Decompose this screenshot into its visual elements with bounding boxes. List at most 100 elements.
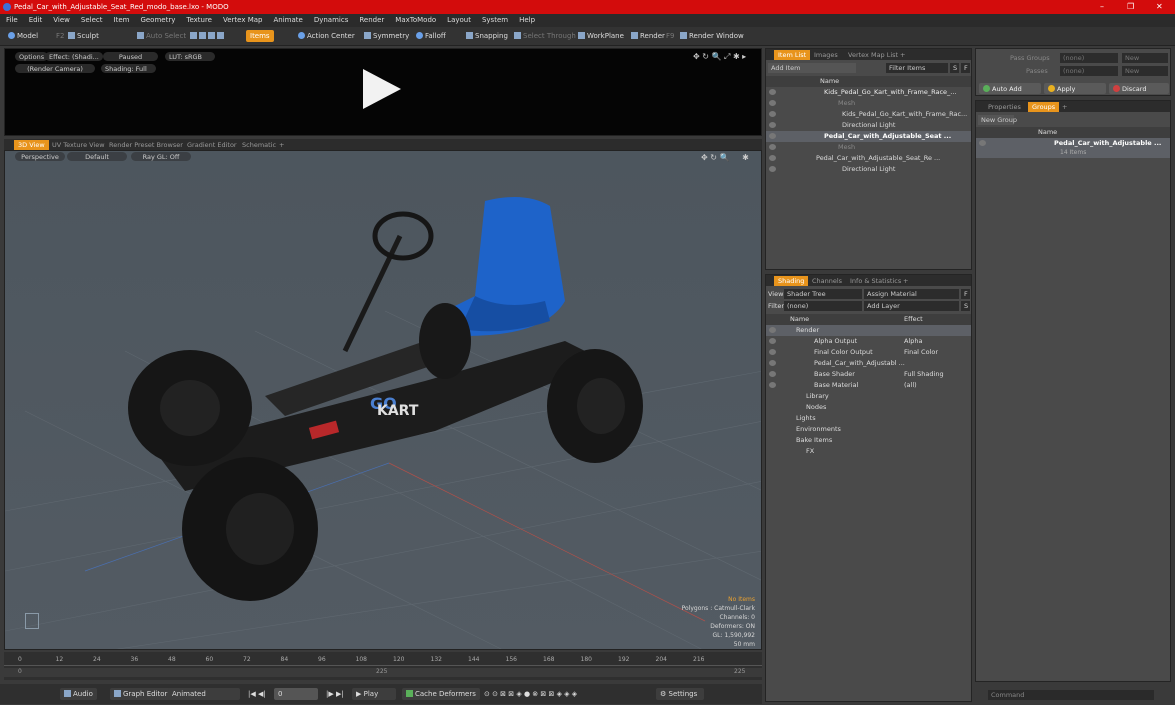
play-icon[interactable]: [363, 69, 401, 109]
discard-button[interactable]: Discard: [1109, 83, 1169, 94]
tab-add-groups[interactable]: +: [1058, 102, 1071, 112]
transport-prev-icons[interactable]: |◀ ◀|: [244, 688, 270, 700]
tab-render-preset-browser[interactable]: Render Preset Browser: [105, 140, 187, 150]
falloff-button[interactable]: Falloff: [412, 30, 450, 42]
item-row[interactable]: Kids_Pedal_Go_Kart_with_Frame_Race_...: [766, 87, 971, 98]
visibility-icon[interactable]: [769, 122, 776, 128]
tab-add[interactable]: +: [275, 140, 288, 150]
add-layer-dropdown[interactable]: Add Layer: [864, 301, 959, 311]
selection-mode-icons[interactable]: [186, 30, 230, 42]
add-item-dropdown[interactable]: Add Item: [768, 63, 856, 73]
assign-material-dropdown[interactable]: Assign Material: [864, 289, 959, 299]
command-input[interactable]: Command: [988, 690, 1154, 700]
visibility-icon[interactable]: [769, 166, 776, 172]
shader-row[interactable]: Bake Items: [766, 435, 971, 446]
action-center-button[interactable]: Action Center: [294, 30, 359, 42]
tab-shading[interactable]: Shading: [774, 276, 809, 286]
transport-next-icons[interactable]: |▶ ▶|: [322, 688, 348, 700]
sculpt-button[interactable]: Sculpt: [64, 30, 103, 42]
auto-add-button[interactable]: Auto Add: [979, 83, 1041, 94]
item-row[interactable]: Directional Light: [766, 164, 971, 175]
shader-row[interactable]: Render: [766, 325, 971, 336]
symmetry-button[interactable]: Symmetry: [360, 30, 413, 42]
shader-row[interactable]: Pedal_Car_with_Adjustabl ...: [766, 358, 971, 369]
item-row[interactable]: Kids_Pedal_Go_Kart_with_Frame_Rac...: [766, 109, 971, 120]
group-row[interactable]: Pedal_Car_with_Adjustable ... 14 Items: [976, 138, 1170, 158]
play-button[interactable]: ▶ Play: [352, 688, 396, 700]
paused-button[interactable]: Paused: [103, 52, 158, 61]
tab-gradient-editor[interactable]: Gradient Editor: [183, 140, 241, 150]
menu-animate[interactable]: Animate: [273, 16, 302, 24]
key-tool-icons[interactable]: ⊙ ⊙ ⊠ ⊠ ◈ ● ⊗ ⊠ ⊠ ◈ ◈ ◈: [480, 688, 581, 700]
preview-nav-icons[interactable]: ✥ ↻ 🔍 ⤢ ✱ ▸: [689, 51, 750, 61]
view-dropdown[interactable]: Shader Tree: [784, 289, 862, 299]
timeline[interactable]: 0 12 24 36 48 60 72 84 96 108 120 132 144 156 168 180 19…: [4, 652, 762, 680]
visibility-icon[interactable]: [769, 133, 776, 139]
tab-item-list[interactable]: Item List: [774, 50, 811, 60]
shader-row[interactable]: FX: [766, 446, 971, 457]
menu-edit[interactable]: Edit: [29, 16, 43, 24]
shading-s-button[interactable]: S: [961, 301, 970, 311]
passes-new-button[interactable]: New: [1122, 66, 1168, 76]
menu-texture[interactable]: Texture: [186, 16, 212, 24]
passes-dropdown[interactable]: (none): [1060, 66, 1118, 76]
tab-add-shading[interactable]: +: [899, 276, 912, 286]
item-row[interactable]: Mesh: [766, 142, 971, 153]
new-group-button[interactable]: New Group: [978, 115, 1017, 125]
tab-info-statistics[interactable]: Info & Statistics: [846, 276, 905, 286]
render-window-button[interactable]: Render Window: [676, 30, 748, 42]
menu-vertex-map[interactable]: Vertex Map: [223, 16, 263, 24]
visibility-icon[interactable]: [769, 371, 776, 377]
menu-system[interactable]: System: [482, 16, 508, 24]
item-row[interactable]: Mesh: [766, 98, 971, 109]
visibility-icon[interactable]: [769, 100, 776, 106]
tab-vertex-map-list[interactable]: Vertex Map List: [844, 50, 902, 60]
lut-dropdown[interactable]: LUT: sRGB: [165, 52, 215, 61]
menu-geometry[interactable]: Geometry: [140, 16, 175, 24]
visibility-icon[interactable]: [769, 382, 776, 388]
camera-dropdown[interactable]: (Render Camera): [15, 64, 95, 73]
visibility-icon[interactable]: [769, 349, 776, 355]
polygon-mode-icon[interactable]: [208, 32, 215, 39]
shading-f-button[interactable]: F: [961, 289, 970, 299]
menu-file[interactable]: File: [6, 16, 18, 24]
model-button[interactable]: Model: [4, 30, 42, 42]
visibility-icon[interactable]: [979, 140, 986, 146]
visibility-icon[interactable]: [769, 327, 776, 333]
visibility-icon[interactable]: [769, 338, 776, 344]
item-s-button[interactable]: S: [950, 63, 959, 73]
graph-editor-button[interactable]: Graph Editor: [110, 688, 172, 700]
maximize-button[interactable]: ❐: [1127, 2, 1134, 11]
item-row[interactable]: Directional Light: [766, 120, 971, 131]
shader-row[interactable]: Library: [766, 391, 971, 402]
pass-groups-dropdown[interactable]: (none): [1060, 53, 1118, 63]
frame-field[interactable]: 0: [274, 688, 318, 700]
visibility-icon[interactable]: [769, 111, 776, 117]
item-row[interactable]: Pedal_Car_with_Adjustable_Seat ...: [766, 131, 971, 142]
menu-select[interactable]: Select: [81, 16, 103, 24]
shader-row[interactable]: Final Color Output Final Color: [766, 347, 971, 358]
workplane-button[interactable]: WorkPlane: [574, 30, 628, 42]
visibility-icon[interactable]: [769, 155, 776, 161]
vertex-mode-icon[interactable]: [190, 32, 197, 39]
select-through-button[interactable]: Select Through: [510, 30, 580, 42]
close-button[interactable]: ✕: [1156, 2, 1163, 11]
tab-images[interactable]: Images: [810, 50, 842, 60]
auto-select-button[interactable]: Auto Select: [133, 30, 190, 42]
menu-view[interactable]: View: [53, 16, 70, 24]
animated-dropdown[interactable]: Animated: [168, 688, 240, 700]
shader-row[interactable]: Lights: [766, 413, 971, 424]
tab-uv-texture-view[interactable]: UV Texture View: [48, 140, 109, 150]
tab-channels[interactable]: Channels: [808, 276, 846, 286]
menu-layout[interactable]: Layout: [447, 16, 471, 24]
shading-dropdown[interactable]: Shading: Full: [101, 64, 156, 73]
menu-item[interactable]: Item: [114, 16, 130, 24]
filter-items-field[interactable]: Filter Items: [886, 63, 948, 73]
items-button[interactable]: Items: [246, 30, 274, 42]
apply-button[interactable]: Apply: [1044, 83, 1106, 94]
pass-groups-new-button[interactable]: New: [1122, 53, 1168, 63]
visibility-icon[interactable]: [769, 144, 776, 150]
3d-viewport[interactable]: Perspective Default Ray GL: Off ✥ ↻ 🔍 ✱ …: [4, 150, 762, 650]
snapping-button[interactable]: Snapping: [462, 30, 512, 42]
tab-properties[interactable]: Properties: [984, 102, 1025, 112]
